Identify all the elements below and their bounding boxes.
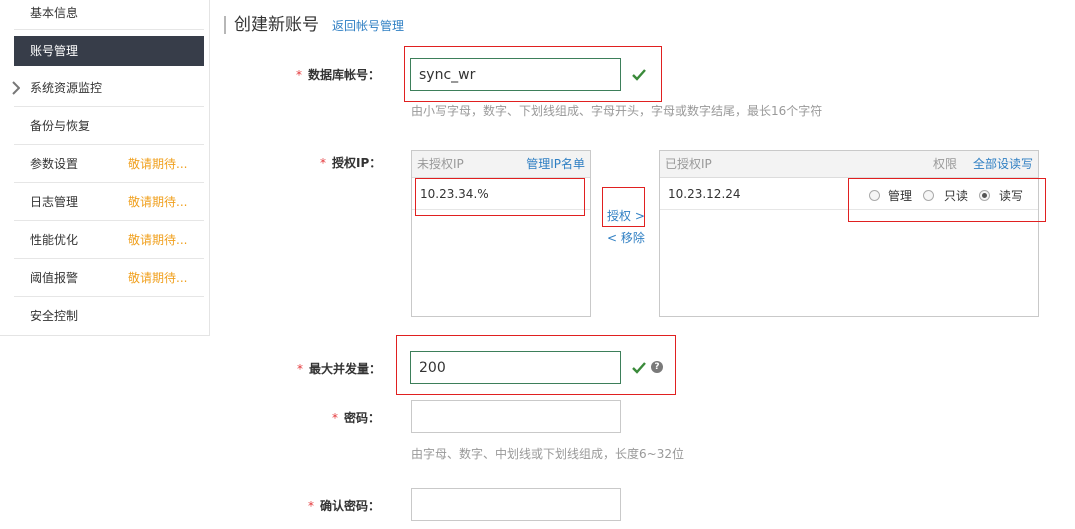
password-input[interactable] xyxy=(411,400,621,433)
sidebar-item-label: 阈值报警 xyxy=(30,271,79,285)
unauthorized-ip-title: 未授权IP xyxy=(417,157,464,171)
confirm-password-label-text: 确认密码： xyxy=(320,499,381,513)
required-mark: * xyxy=(332,411,338,425)
password-label-text: 密码： xyxy=(344,411,381,425)
ip-list-item[interactable]: 10.23.34.% xyxy=(412,179,590,210)
password-hint: 由字母、数字、中划线或下划线组成，长度6~32位 xyxy=(411,447,684,461)
ip-address: 10.23.34.% xyxy=(420,187,489,201)
required-mark: * xyxy=(296,68,302,82)
password-label: * 密码： xyxy=(332,409,380,426)
account-input[interactable] xyxy=(410,58,621,91)
sidebar-item-security[interactable]: 安全控制 xyxy=(14,298,204,335)
radio-read-write[interactable] xyxy=(979,190,990,201)
check-icon xyxy=(632,362,646,374)
manage-ip-list-link[interactable]: 管理IP名单 xyxy=(526,151,585,177)
auth-ip-label: * 授权IP： xyxy=(320,154,381,171)
sidebar-item-label: 日志管理 xyxy=(30,195,79,209)
permission-label: 权限 xyxy=(932,157,957,171)
panel-header: 未授权IP 管理IP名单 xyxy=(412,151,590,178)
unauthorized-ip-panel: 未授权IP 管理IP名单 10.23.34.% xyxy=(411,150,591,317)
panel-header: 已授权IP 权限 全部设读写 xyxy=(660,151,1038,178)
radio-label-admin: 管理 xyxy=(888,189,913,203)
required-mark: * xyxy=(320,156,326,170)
set-all-read-write-link[interactable]: 全部设读写 xyxy=(973,151,1033,177)
back-to-account-management-link[interactable]: 返回帐号管理 xyxy=(332,17,404,34)
sidebar-item-account-management[interactable]: 账号管理 xyxy=(14,36,204,66)
sidebar-item-label: 系统资源监控 xyxy=(30,81,103,95)
radio-read-only[interactable] xyxy=(923,190,934,201)
sidebar-item-threshold-alarm[interactable]: 阈值报警 敬请期待... xyxy=(14,260,204,297)
sidebar-item-log-management[interactable]: 日志管理 敬请期待... xyxy=(14,184,204,221)
sidebar-item-parameter-settings[interactable]: 参数设置 敬请期待... xyxy=(14,146,204,183)
title-accent-bar xyxy=(224,16,226,34)
sidebar-item-basic-info[interactable]: 基本信息 xyxy=(14,0,204,30)
authorized-ip-row: 10.23.12.24 管理 只读 读写 xyxy=(660,179,1038,210)
radio-label-read-only: 只读 xyxy=(944,189,969,203)
authorized-ip-panel: 已授权IP 权限 全部设读写 10.23.12.24 管理 只读 读写 xyxy=(659,150,1039,317)
sidebar: 基本信息 账号管理 系统资源监控 备份与恢复 参数设置 敬请期待... 日志管理… xyxy=(0,0,210,336)
sidebar-item-resource-monitor[interactable]: 系统资源监控 xyxy=(12,70,204,107)
required-mark: * xyxy=(297,362,303,376)
auth-ip-label-text: 授权IP： xyxy=(332,156,382,170)
chevron-right-icon xyxy=(12,81,20,95)
confirm-password-label: * 确认密码： xyxy=(308,497,380,514)
coming-soon-label: 敬请期待... xyxy=(128,157,188,171)
sidebar-item-label: 参数设置 xyxy=(30,157,79,171)
radio-label-read-write: 读写 xyxy=(999,189,1024,203)
required-mark: * xyxy=(308,499,314,513)
page-title: 创建新账号 xyxy=(234,15,319,35)
sidebar-item-label: 基本信息 xyxy=(30,6,79,20)
authorized-ip-title: 已授权IP xyxy=(665,157,712,171)
ip-address: 10.23.12.24 xyxy=(668,187,741,201)
account-label: * 数据库帐号： xyxy=(296,66,380,83)
max-connections-label-text: 最大并发量： xyxy=(309,362,382,376)
sidebar-item-label: 性能优化 xyxy=(30,233,79,247)
max-connections-input[interactable] xyxy=(410,351,621,384)
confirm-password-input[interactable] xyxy=(411,488,621,521)
sidebar-item-backup-restore[interactable]: 备份与恢复 xyxy=(14,108,204,145)
sidebar-item-label: 账号管理 xyxy=(30,44,79,58)
coming-soon-label: 敬请期待... xyxy=(128,271,188,285)
radio-admin[interactable] xyxy=(869,190,880,201)
account-hint: 由小写字母，数字、下划线组成、字母开头，字母或数字结尾，最长16个字符 xyxy=(411,104,823,118)
account-label-text: 数据库帐号： xyxy=(308,68,381,82)
sidebar-item-label: 安全控制 xyxy=(30,309,79,323)
check-icon xyxy=(632,69,646,81)
max-connections-label: * 最大并发量： xyxy=(297,360,381,377)
sidebar-item-label: 备份与恢复 xyxy=(30,119,91,133)
authorize-button[interactable]: 授权 > xyxy=(607,207,645,224)
remove-button[interactable]: < 移除 xyxy=(607,229,645,246)
coming-soon-label: 敬请期待... xyxy=(128,233,188,247)
help-icon[interactable]: ? xyxy=(651,361,663,373)
sidebar-item-performance[interactable]: 性能优化 敬请期待... xyxy=(14,222,204,259)
coming-soon-label: 敬请期待... xyxy=(128,195,188,209)
